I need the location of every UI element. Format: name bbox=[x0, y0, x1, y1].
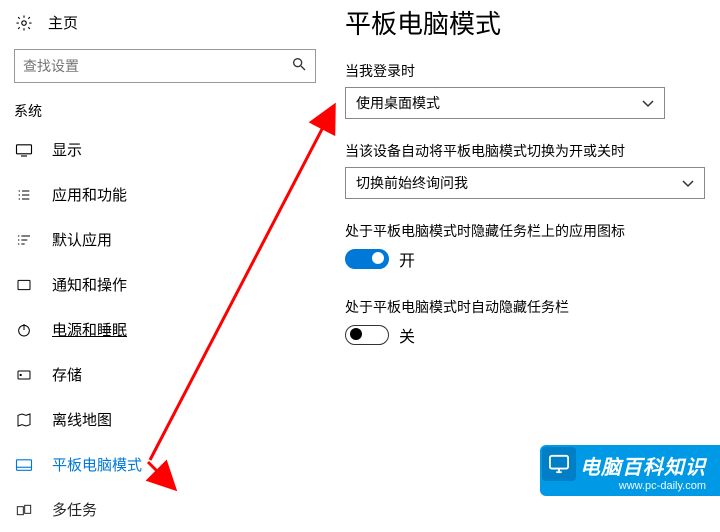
nav-label: 电源和睡眠 bbox=[52, 319, 127, 340]
main-panel: 平板电脑模式 当我登录时 使用桌面模式 当该设备自动将平板电脑模式切换为开或关时… bbox=[345, 4, 710, 373]
autoswitch-label: 当该设备自动将平板电脑模式切换为开或关时 bbox=[345, 141, 710, 161]
watermark-url: www.pc-daily.com bbox=[580, 480, 706, 492]
autoswitch-value: 切换前始终询问我 bbox=[356, 173, 468, 193]
sidebar-item-tablet-mode[interactable]: 平板电脑模式 bbox=[0, 442, 330, 487]
hide-taskbar-toggle[interactable] bbox=[345, 325, 389, 345]
watermark-title: 电脑百科知识 bbox=[580, 451, 706, 480]
storage-icon bbox=[14, 368, 34, 382]
nav-label: 存储 bbox=[52, 364, 82, 385]
signin-value: 使用桌面模式 bbox=[356, 93, 440, 113]
power-icon bbox=[14, 322, 34, 338]
signin-select[interactable]: 使用桌面模式 bbox=[345, 87, 665, 119]
signin-label: 当我登录时 bbox=[345, 61, 710, 81]
nav-label: 通知和操作 bbox=[52, 274, 127, 295]
sidebar-item-apps[interactable]: 应用和功能 bbox=[0, 172, 330, 217]
nav-list: 显示 应用和功能 默认应用 通知和操作 电源和睡眠 存储 离线地图 平板电脑模 bbox=[0, 127, 330, 532]
monitor-icon bbox=[542, 447, 576, 481]
sidebar-item-maps[interactable]: 离线地图 bbox=[0, 397, 330, 442]
autoswitch-select[interactable]: 切换前始终询问我 bbox=[345, 167, 705, 199]
sidebar-item-power[interactable]: 电源和睡眠 bbox=[0, 307, 330, 352]
nav-label: 应用和功能 bbox=[52, 184, 127, 205]
defaults-icon bbox=[14, 232, 34, 248]
hide-icons-label: 处于平板电脑模式时隐藏任务栏上的应用图标 bbox=[345, 221, 710, 241]
nav-label: 显示 bbox=[52, 139, 82, 160]
hide-icons-toggle[interactable] bbox=[345, 249, 389, 269]
notification-icon bbox=[14, 278, 34, 292]
nav-label: 多任务 bbox=[52, 499, 97, 520]
sidebar-item-storage[interactable]: 存储 bbox=[0, 352, 330, 397]
hide-icons-state: 开 bbox=[399, 247, 415, 271]
sidebar-item-display[interactable]: 显示 bbox=[0, 127, 330, 172]
nav-label: 离线地图 bbox=[52, 409, 112, 430]
group-label: 系统 bbox=[0, 101, 330, 127]
hide-taskbar-label: 处于平板电脑模式时自动隐藏任务栏 bbox=[345, 297, 710, 317]
sidebar-item-multitasking[interactable]: 多任务 bbox=[0, 487, 330, 532]
map-icon bbox=[14, 412, 34, 428]
sidebar-item-default-apps[interactable]: 默认应用 bbox=[0, 217, 330, 262]
home-link[interactable]: 主页 bbox=[0, 6, 330, 39]
list-icon bbox=[14, 187, 34, 203]
chevron-down-icon bbox=[642, 95, 654, 111]
watermark: 电脑百科知识 www.pc-daily.com bbox=[540, 445, 720, 496]
sidebar-item-notifications[interactable]: 通知和操作 bbox=[0, 262, 330, 307]
search-box[interactable] bbox=[14, 49, 316, 83]
search-icon bbox=[291, 56, 307, 77]
page-title: 平板电脑模式 bbox=[345, 4, 710, 41]
tablet-icon bbox=[14, 458, 34, 472]
chevron-down-icon bbox=[682, 175, 694, 191]
settings-sidebar: 主页 系统 显示 应用和功能 默认应用 通知和操作 电源和睡眠 bbox=[0, 0, 330, 506]
monitor-icon bbox=[14, 143, 34, 157]
search-input[interactable] bbox=[23, 58, 291, 74]
hide-taskbar-state: 关 bbox=[399, 323, 415, 347]
multitask-icon bbox=[14, 503, 34, 517]
gear-icon bbox=[14, 14, 34, 32]
nav-label: 默认应用 bbox=[52, 229, 112, 250]
home-label: 主页 bbox=[48, 12, 78, 33]
nav-label: 平板电脑模式 bbox=[52, 454, 142, 475]
